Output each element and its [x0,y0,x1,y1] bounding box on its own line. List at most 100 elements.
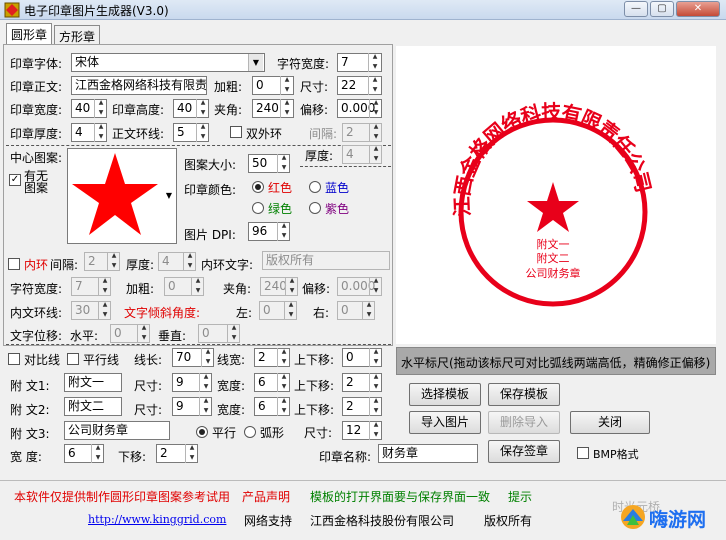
save-seal-button[interactable]: 保存签章 [488,440,560,463]
maximize-button[interactable]: ▢ [650,1,674,17]
seal-font-select[interactable]: 宋体 [71,53,265,72]
tilt-left-stepper[interactable]: ▲ ▼ [284,301,297,320]
angle-stepper[interactable]: ▲ ▼ [280,99,293,118]
attached2-label: 附 文2: [10,403,50,417]
offset-stepper[interactable]: ▲ ▼ [369,99,382,118]
inner-text-input[interactable]: 版权所有 [262,251,390,270]
seal-width-label: 印章宽度: [10,103,63,117]
website-link[interactable]: http://www.kinggrid.com [88,513,226,526]
color-green-radio[interactable] [252,202,264,214]
horizontal-ruler[interactable]: 水平标尺(拖动该标尺可对比弧线两端高低，精确修正偏移) [396,347,716,375]
center-image-picker[interactable]: ▼ [67,148,177,244]
product-statement-link[interactable]: 产品声明 [242,488,290,505]
attached3-size-stepper[interactable]: ▲ ▼ [369,421,382,440]
parallel-line-checkbox[interactable] [67,353,79,365]
attached1-width-stepper[interactable]: ▲ ▼ [277,373,290,392]
seal-line3: 公司财务章 [526,266,581,280]
thickness2-stepper[interactable]: ▲ ▼ [369,145,382,164]
color-red-label: 红色 [268,181,293,195]
inner-bold-stepper[interactable]: ▲ ▼ [191,277,204,296]
line-updown-stepper[interactable]: ▲ ▼ [369,348,382,367]
seal-font-label: 印章字体: [10,57,63,71]
star-icon [72,153,158,235]
inner-gap-stepper[interactable]: ▲ ▼ [107,252,120,271]
inner-text-ring-label: 内文环线: [10,306,63,320]
inner-char-width-stepper[interactable]: ▲ ▼ [98,277,111,296]
seal-name-input[interactable]: 财务章 [378,444,478,463]
attached2-updown-stepper[interactable]: ▲ ▼ [369,397,382,416]
seal-width-stepper[interactable]: ▲ ▼ [94,99,107,118]
char-width-stepper[interactable]: ▲ ▼ [368,53,381,72]
shift-v-stepper[interactable]: ▲ ▼ [227,324,240,343]
tilt-right-stepper[interactable]: ▲ ▼ [362,301,375,320]
gap-label: 间隔: [309,127,338,141]
arc-radio[interactable] [244,426,256,438]
chevron-down-icon[interactable]: ▼ [162,149,176,243]
has-image-checkbox[interactable]: ✓ [9,174,21,186]
size-label: 尺寸: [300,80,329,94]
attached2-width-stepper[interactable]: ▲ ▼ [277,397,290,416]
bold-label: 加粗: [214,80,243,94]
tab-square-seal[interactable]: 方形章 [54,25,100,45]
close-button[interactable]: 关闭 [570,411,650,434]
seal-thickness-stepper[interactable]: ▲ ▼ [94,123,107,142]
size-stepper[interactable]: ▲ ▼ [368,76,381,95]
gap-stepper[interactable]: ▲ ▼ [369,123,382,142]
inner-thickness-stepper[interactable]: ▲ ▼ [183,252,196,271]
line-length-label: 线长: [134,353,163,367]
inner-ring-label: 内环 [24,258,49,272]
parallel-radio[interactable] [196,426,208,438]
footer-divider [0,480,726,481]
color-purple-radio[interactable] [309,202,321,214]
shift-v-label: 垂直: [158,329,187,343]
inner-offset-stepper[interactable]: ▲ ▼ [369,277,382,296]
image-size-stepper[interactable]: ▲ ▼ [277,154,290,173]
company-name: 江西金格科技股份有限公司 [310,514,455,528]
shift-h-stepper[interactable]: ▲ ▼ [137,324,150,343]
seal-text-input[interactable]: 江西金格网络科技有限责 [71,76,207,95]
attached1-updown-stepper[interactable]: ▲ ▼ [369,373,382,392]
dpi-stepper[interactable]: ▲ ▼ [277,222,290,241]
close-window-button[interactable]: ✕ [676,1,720,17]
tip-link[interactable]: 提示 [508,488,532,505]
attached2-width-label: 宽度: [217,403,246,417]
double-ring-checkbox[interactable] [230,126,242,138]
parallel-line-label: 平行线 [83,353,120,367]
bmp-format-checkbox[interactable] [577,447,589,459]
inner-ring-checkbox[interactable] [8,258,20,270]
text-ring-stepper[interactable]: ▲ ▼ [196,123,209,142]
attached1-input[interactable]: 附文一 [64,373,122,392]
inner-char-width-label: 字符宽度: [10,282,63,296]
attached3-input[interactable]: 公司财务章 [64,421,170,440]
save-template-button[interactable]: 保存模板 [488,383,560,406]
select-template-button[interactable]: 选择模板 [409,383,481,406]
import-image-button[interactable]: 导入图片 [409,411,481,434]
seal-line2: 附文二 [537,251,570,265]
contrast-line-checkbox[interactable] [8,353,20,365]
offset-label: 偏移: [300,103,329,117]
color-blue-radio[interactable] [309,181,321,193]
text-shift-label: 文字位移: [10,329,63,343]
bold-stepper[interactable]: ▲ ▼ [280,76,293,95]
width-row-stepper[interactable]: ▲ ▼ [91,444,104,463]
seal-color-label: 印章颜色: [184,183,237,197]
attached2-size-stepper[interactable]: ▲ ▼ [199,397,212,416]
delete-import-button[interactable]: 删除导入 [488,411,560,434]
attached2-input[interactable]: 附文二 [64,397,122,416]
inner-angle-stepper[interactable]: ▲ ▼ [285,277,298,296]
text-ring-label: 正文环线: [112,127,165,141]
inner-text-ring-stepper[interactable]: ▲ ▼ [98,301,111,320]
color-red-radio[interactable] [252,181,264,193]
tab-round-seal[interactable]: 圆形章 [6,23,52,45]
inner-bold-label: 加粗: [126,282,155,296]
chevron-down-icon[interactable]: ▼ [248,54,263,71]
seal-height-stepper[interactable]: ▲ ▼ [196,99,209,118]
minimize-button[interactable]: — [624,1,648,17]
seal-name-label: 印章名称: [319,450,372,464]
down-stepper[interactable]: ▲ ▼ [185,444,198,463]
attached1-size-stepper[interactable]: ▲ ▼ [199,373,212,392]
dpi-label: 图片 DPI: [184,228,236,242]
line-length-stepper[interactable]: ▲ ▼ [201,348,214,367]
line-width-stepper[interactable]: ▲ ▼ [277,348,290,367]
image-size-label: 图案大小: [184,158,237,172]
